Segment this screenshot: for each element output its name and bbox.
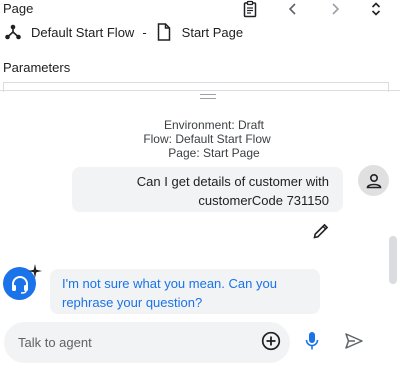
page-name[interactable]: Start Page bbox=[182, 25, 243, 40]
breadcrumb-separator: - bbox=[142, 24, 147, 40]
agent-message: I'm not sure what you mean. Can you reph… bbox=[50, 269, 320, 314]
drag-handle-icon[interactable] bbox=[200, 94, 216, 99]
flow-icon bbox=[5, 24, 21, 40]
microphone-icon[interactable] bbox=[305, 331, 319, 351]
page-panel: Page Default Start Flow - Start Page Par… bbox=[0, 0, 400, 92]
send-icon[interactable] bbox=[344, 331, 364, 351]
flow-line: Flow: Default Start Flow bbox=[143, 132, 271, 146]
scrollbar-thumb[interactable] bbox=[389, 236, 397, 284]
user-avatar bbox=[358, 165, 389, 196]
chevron-left-icon[interactable] bbox=[284, 0, 302, 23]
flow-name[interactable]: Default Start Flow bbox=[31, 25, 134, 40]
page-icon bbox=[157, 23, 170, 41]
edit-pencil-icon[interactable] bbox=[312, 222, 330, 240]
flow-breadcrumb: Default Start Flow - Start Page bbox=[4, 22, 243, 42]
sparkle-icon bbox=[28, 264, 42, 278]
parameters-label: Parameters bbox=[3, 60, 71, 75]
user-message-line2: customerCode 731150 bbox=[198, 193, 329, 208]
user-message-line1: Can I get details of customer with bbox=[136, 174, 329, 189]
unfold-icon[interactable] bbox=[367, 0, 385, 23]
simulator-context: Environment: Draft Flow: Default Start F… bbox=[0, 118, 400, 160]
agent-message-line1: I'm not sure what you mean. Can you bbox=[62, 276, 277, 291]
environment-line: Environment: Draft bbox=[163, 118, 265, 132]
page-line: Page: Start Page bbox=[168, 146, 260, 160]
add-circle-icon[interactable] bbox=[261, 331, 281, 351]
user-message: Can I get details of customer with custo… bbox=[72, 167, 343, 212]
talk-to-agent-input[interactable] bbox=[18, 332, 248, 352]
panel-divider bbox=[0, 90, 400, 91]
clipboard-icon[interactable] bbox=[241, 0, 259, 23]
person-icon bbox=[366, 173, 381, 188]
chevron-right-icon[interactable] bbox=[326, 0, 344, 23]
page-label: Page bbox=[3, 1, 34, 16]
chat-input-container bbox=[4, 322, 290, 363]
agent-message-line2: rephrase your question? bbox=[62, 295, 203, 310]
